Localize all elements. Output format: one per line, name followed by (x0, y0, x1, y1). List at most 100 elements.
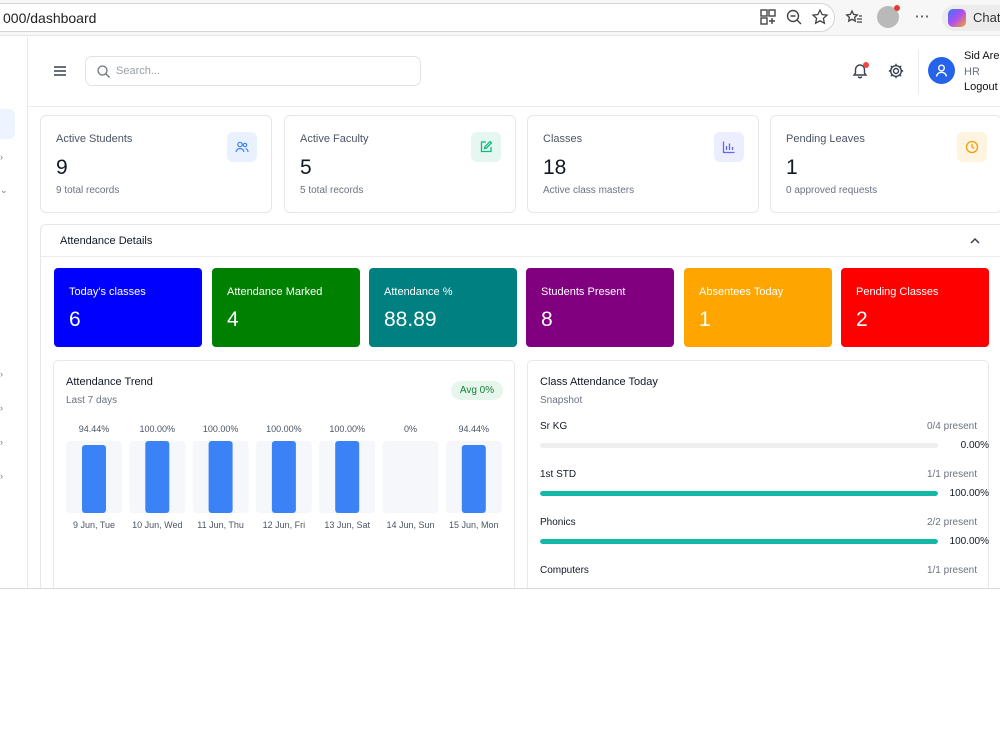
chat-button[interactable]: Chat (942, 5, 1000, 31)
class-name: Sr KG (540, 421, 568, 432)
attendance-trend-chart: 94.44% 9 Jun, Tue 100.00% 10 Jun, Wed 100.00… (66, 424, 502, 530)
sidebar-item-active[interactable] (0, 109, 15, 139)
stat-card-pending-leaves[interactable]: Pending Leaves 1 0 approved requests (770, 115, 1000, 213)
favorite-star-icon[interactable] (809, 6, 831, 28)
stat-card-classes[interactable]: Classes 18 Active class masters (527, 115, 759, 213)
stat-card-title: Pending Leaves (786, 133, 865, 145)
address-bar[interactable]: 000/dashboard (0, 3, 835, 32)
class-attendance-subtitle: Snapshot (540, 395, 583, 406)
apps-grid-icon[interactable] (757, 6, 779, 28)
metric-card-label: Absentees Today (699, 286, 784, 298)
x-tick-label: 12 Jun, Fri (263, 520, 306, 530)
class-name: Computers (540, 565, 589, 576)
trend-bar[interactable] (82, 445, 106, 513)
stat-card-value: 9 (56, 156, 68, 179)
metric-card-attendance-marked[interactable]: Attendance Marked 4 (212, 268, 360, 347)
bar-value-label: 100.00% (140, 424, 176, 434)
metric-card-label: Today's classes (69, 286, 146, 298)
trend-bar[interactable] (208, 441, 233, 513)
search-box[interactable] (85, 56, 421, 86)
attendance-trend-panel: Attendance Trend Last 7 days Avg 0% 94.4… (53, 360, 515, 600)
metric-card-students-present[interactable]: Students Present 8 (526, 268, 674, 347)
sidebar: › ⌄ › › › › (0, 37, 28, 588)
class-row-phonics[interactable]: Phonics 2/2 present 100.00% (540, 517, 989, 557)
chevron-right-icon[interactable]: › (0, 404, 6, 413)
x-tick-label: 14 Jun, Sun (386, 520, 434, 530)
header-divider (918, 49, 919, 95)
browser-toolbar: 000/dashboard ⋯ Chat (0, 0, 1000, 36)
class-attendance-title: Class Attendance Today (540, 376, 658, 388)
trend-bar[interactable] (461, 445, 486, 513)
notification-badge (863, 62, 869, 68)
stat-card-subtitle: 5 total records (300, 185, 364, 196)
class-present-count: 1/1 present (926, 565, 977, 576)
copilot-logo-icon (948, 9, 966, 27)
x-tick-label: 13 Jun, Sat (324, 520, 370, 530)
metric-card-attendance-percent[interactable]: Attendance % 88.89 (369, 268, 517, 347)
class-row-sr-kg[interactable]: Sr KG 0/4 present 0.00% (540, 421, 989, 461)
trend-bar[interactable] (271, 441, 296, 513)
chevron-up-icon[interactable] (969, 235, 981, 247)
blank-area (0, 589, 1000, 750)
metric-card-label: Students Present (541, 286, 626, 298)
metric-card-label: Pending Classes (856, 286, 939, 298)
metric-card-todays-classes[interactable]: Today's classes 6 (54, 268, 202, 347)
x-tick-label: 15 Jun, Mon (449, 520, 499, 530)
users-icon (227, 132, 257, 162)
metric-card-value: 88.89 (384, 308, 437, 331)
metric-card-value: 6 (69, 308, 81, 331)
favorites-list-icon[interactable] (843, 6, 865, 28)
app-header: Sid Arek HR Logout (28, 37, 1000, 107)
trend-bar[interactable] (335, 441, 360, 513)
stat-card-active-students[interactable]: Active Students 9 9 total records (40, 115, 272, 213)
class-attendance-panel: Class Attendance Today Snapshot Sr KG 0/… (527, 360, 989, 600)
search-input[interactable] (116, 63, 406, 79)
bar-track (382, 441, 439, 513)
attendance-details-title: Attendance Details (60, 235, 153, 247)
settings-gear-icon[interactable] (887, 62, 905, 80)
attendance-trend-subtitle: Last 7 days (66, 395, 118, 406)
class-progress-track (540, 539, 938, 544)
chevron-right-icon[interactable]: › (0, 472, 6, 481)
class-progress-fill (540, 539, 938, 544)
bar-value-label: 100.00% (203, 424, 239, 434)
attendance-details-header[interactable]: Attendance Details (41, 225, 1000, 257)
chevron-right-icon[interactable]: › (0, 438, 6, 447)
stat-card-value: 1 (786, 156, 798, 179)
chevron-right-icon[interactable]: › (0, 370, 6, 379)
metric-card-label: Attendance Marked (227, 286, 323, 298)
bar-value-label: 100.00% (329, 424, 365, 434)
x-tick-label: 11 Jun, Thu (197, 520, 244, 530)
browser-profile-avatar[interactable] (877, 5, 900, 28)
user-avatar[interactable] (928, 57, 955, 84)
chevron-right-icon[interactable]: › (0, 153, 6, 162)
hamburger-menu-icon[interactable] (52, 63, 68, 79)
metric-card-absentees-today[interactable]: Absentees Today 1 (684, 268, 832, 347)
metric-card-value: 1 (699, 308, 711, 331)
metric-card-pending-classes[interactable]: Pending Classes 2 (841, 268, 989, 347)
chat-button-label: Chat (973, 10, 1000, 25)
chevron-down-icon[interactable]: ⌄ (0, 186, 8, 195)
x-tick-label: 10 Jun, Wed (132, 520, 182, 530)
bar-value-label: 94.44% (459, 424, 490, 434)
user-name: Sid Arek (964, 50, 1000, 62)
user-icon (935, 64, 948, 77)
more-options-icon[interactable]: ⋯ (911, 6, 933, 28)
trend-bar[interactable] (145, 441, 170, 513)
class-row-1st-std[interactable]: 1st STD 1/1 present 100.00% (540, 469, 989, 509)
user-role: HR (964, 66, 980, 78)
stat-card-subtitle: 9 total records (56, 185, 120, 196)
bar-value-label: 100.00% (266, 424, 302, 434)
stat-card-title: Active Faculty (300, 133, 369, 145)
class-present-count: 0/4 present (926, 421, 977, 432)
class-percent: 100.00% (949, 536, 989, 547)
url-text[interactable]: 000/dashboard (3, 10, 96, 26)
class-progress-track (540, 443, 938, 448)
bar-value-label: 94.44% (79, 424, 110, 434)
zoom-out-icon[interactable] (783, 6, 805, 28)
class-percent: 100.00% (949, 488, 989, 499)
logout-link[interactable]: Logout (964, 81, 998, 93)
metric-card-value: 8 (541, 308, 553, 331)
stat-card-active-faculty[interactable]: Active Faculty 5 5 total records (284, 115, 516, 213)
metric-card-value: 4 (227, 308, 239, 331)
